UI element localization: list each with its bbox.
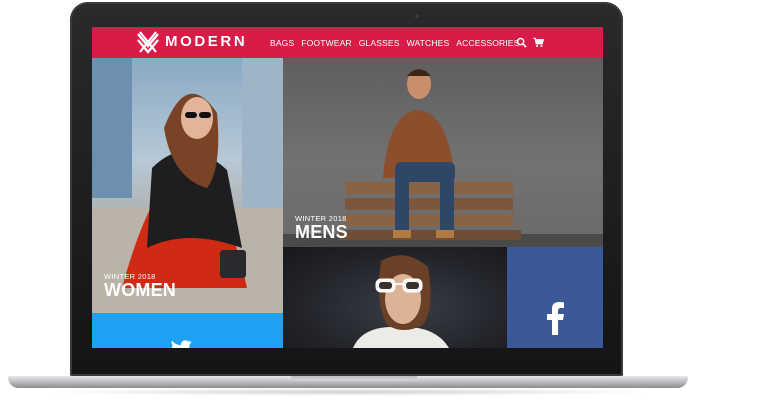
brand-logo[interactable]: MODERN [136,30,247,54]
twitter-tile[interactable] [92,313,283,348]
crossed-chevrons-logo-icon [137,31,159,54]
nav-item-footwear[interactable]: FOOTWEAR [301,38,351,48]
nav-item-glasses[interactable]: GLASSES [359,38,400,48]
camera-dot [415,14,419,18]
mens-caption: WINTER 2018 MENS [295,214,348,241]
laptop-base-notch [291,376,417,381]
website-screen: MODERN BAGS FOOTWEAR GLASSES WATCHES ACC… [92,27,603,348]
nav-menu: BAGS FOOTWEAR GLASSES WATCHES ACCESSORIE… [270,27,526,58]
nav-item-accessories[interactable]: ACCESSORIES [456,38,519,48]
cart-icon[interactable] [533,37,544,48]
mens-title: MENS [295,222,348,242]
nav-icons [516,27,550,58]
sunglasses-photo-tile[interactable] [283,247,507,348]
women-caption: WINTER 2018 WOMEN [104,272,176,299]
laptop-shadow [40,388,660,396]
nav-item-bags[interactable]: BAGS [270,38,294,48]
twitter-icon [171,340,192,348]
facebook-tile[interactable] [507,247,603,348]
search-icon[interactable] [516,37,527,48]
sunglasses-photo [353,255,449,348]
facebook-icon [547,302,564,335]
mens-category-tile[interactable]: WINTER 2018 MENS [283,58,603,247]
brand-name: MODERN [165,33,248,50]
women-title: WOMEN [104,280,176,300]
laptop-base [8,376,688,388]
top-navbar: MODERN BAGS FOOTWEAR GLASSES WATCHES ACC… [92,27,603,58]
nav-item-watches[interactable]: WATCHES [407,38,450,48]
women-category-tile[interactable]: WINTER 2018 WOMEN [92,58,283,313]
